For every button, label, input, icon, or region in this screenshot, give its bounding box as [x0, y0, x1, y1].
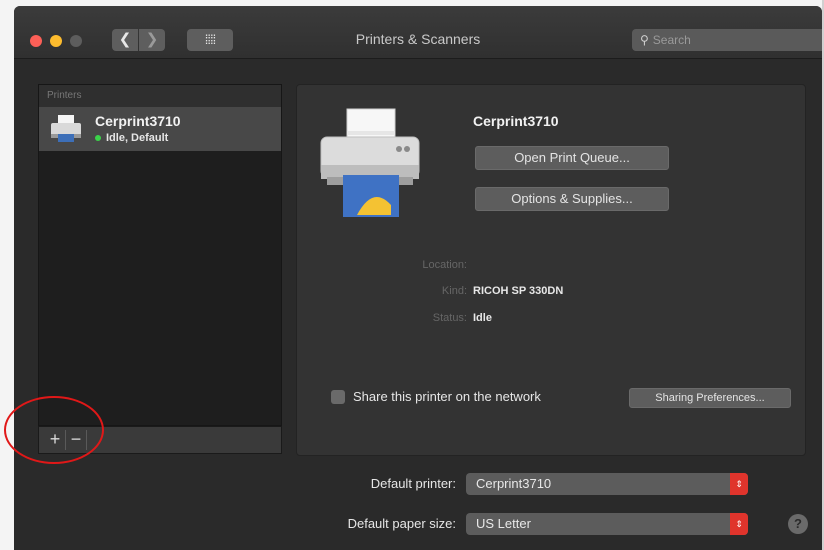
printer-icon-large: [320, 108, 420, 217]
default-printer-label: Default printer:: [370, 476, 456, 491]
annotation-circle: [4, 396, 104, 464]
share-printer-checkbox[interactable]: [331, 390, 345, 404]
title-bar: ❮ ❯ ⁞⁞⁞⁞ Printers & Scanners ⚲ Search: [14, 6, 822, 59]
location-label: Location:: [422, 259, 467, 271]
status-row: Status: Idle: [297, 312, 797, 328]
kind-row: Kind: RICOH SP 330DN: [297, 285, 797, 301]
default-paper-label: Default paper size:: [347, 516, 456, 531]
options-supplies-button[interactable]: Options & Supplies...: [475, 187, 669, 211]
default-paper-row: Default paper size:: [214, 512, 456, 536]
printer-icon: [51, 115, 81, 142]
printer-status-text: Idle, Default: [106, 132, 169, 144]
search-placeholder: Search: [652, 33, 691, 47]
sharing-preferences-button[interactable]: Sharing Preferences...: [629, 388, 791, 408]
kind-label: Kind:: [441, 285, 467, 297]
magnifier-icon: ⚲: [640, 33, 649, 47]
printer-list[interactable]: Printers Cerprint3710 Idle, Default: [38, 84, 282, 426]
printer-list-header: Printers: [39, 85, 281, 107]
kind-value: RICOH SP 330DN: [473, 285, 564, 297]
open-print-queue-button[interactable]: Open Print Queue...: [475, 146, 669, 170]
default-printer-value: Cerprint3710: [476, 476, 552, 491]
search-field[interactable]: ⚲ Search: [632, 29, 822, 51]
selected-printer-name: Cerprint3710: [473, 113, 559, 129]
default-printer-row: Default printer:: [214, 472, 456, 496]
status-dot-icon: [95, 135, 101, 142]
default-paper-value: US Letter: [476, 516, 531, 531]
printers-scanners-window: ❮ ❯ ⁞⁞⁞⁞ Printers & Scanners ⚲ Search Pri…: [14, 6, 822, 550]
default-printer-select[interactable]: Cerprint3710 ⇕: [466, 473, 748, 495]
default-paper-select[interactable]: US Letter ⇕: [466, 513, 748, 535]
share-printer-label[interactable]: Share this printer on the network: [353, 389, 541, 404]
help-button[interactable]: ?: [788, 514, 808, 534]
printer-detail-panel: Cerprint3710 Open Print Queue... Options…: [296, 84, 806, 456]
list-item[interactable]: Cerprint3710 Idle, Default: [39, 107, 281, 151]
updown-chevron-icon: ⇕: [730, 473, 748, 495]
printer-name: Cerprint3710: [95, 113, 181, 129]
location-row: Location:: [297, 259, 797, 275]
updown-chevron-icon: ⇕: [730, 513, 748, 535]
printer-status: Idle, Default: [95, 132, 168, 144]
status-label: Status:: [432, 312, 467, 324]
status-value: Idle: [473, 312, 492, 324]
